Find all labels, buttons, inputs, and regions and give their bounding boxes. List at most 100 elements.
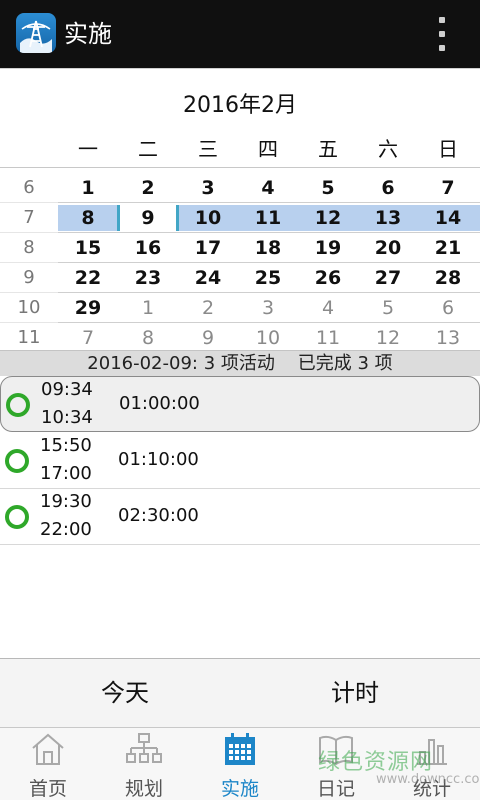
duration: 02:30:00 (118, 505, 199, 526)
calendar-day[interactable]: 12 (298, 204, 358, 232)
page-title: 实施 (64, 20, 112, 48)
end-time: 22:00 (40, 519, 92, 540)
weekday-label: 四 (258, 137, 278, 161)
calendar-day[interactable]: 20 (358, 234, 418, 262)
activity-item[interactable]: 19:30 22:00 02:30:00 (0, 489, 480, 545)
calendar-day[interactable]: 10 (238, 324, 298, 352)
calendar-day[interactable]: 4 (298, 294, 358, 322)
nav-label: 实施 (220, 778, 259, 800)
calendar-day[interactable]: 16 (118, 234, 178, 262)
nav-label: 首页 (28, 778, 67, 800)
summary-activity-count: 3 项活动 (203, 353, 275, 374)
weekday-label: 日 (438, 137, 458, 161)
calendar-day[interactable]: 11 (298, 324, 358, 352)
home-icon (32, 733, 64, 765)
duration: 01:10:00 (118, 449, 199, 470)
weekday-label: 二 (138, 137, 158, 161)
calendar-day[interactable]: 1 (118, 294, 178, 322)
weekday-divider (0, 167, 480, 168)
row-divider (0, 322, 58, 323)
row-divider (0, 232, 58, 233)
calendar-day[interactable]: 9 (118, 204, 178, 232)
completed-status-icon (5, 449, 29, 473)
calendar-day[interactable]: 19 (298, 234, 358, 262)
row-divider (58, 232, 480, 233)
calendar-day[interactable]: 17 (178, 234, 238, 262)
app-screen: 实施 2016年2月 一二三四五六日 6 1 2 3 4 5 6 7 7 8 9 10 11 12 13 14 8… (0, 0, 480, 800)
power-tower-icon[interactable] (16, 13, 56, 53)
calendar-day[interactable]: 27 (358, 264, 418, 292)
end-time: 17:00 (40, 463, 92, 484)
calendar-day[interactable]: 6 (358, 174, 418, 202)
calendar-day[interactable]: 14 (418, 204, 478, 232)
row-divider (0, 292, 58, 293)
calendar-day[interactable]: 28 (418, 264, 478, 292)
calendar-day[interactable]: 12 (358, 324, 418, 352)
month-calendar: 2016年2月 一二三四五六日 6 1 2 3 4 5 6 7 7 8 9 10 11 12 13 14 8 15 1… (0, 68, 480, 353)
row-divider (58, 292, 480, 293)
weekday-label: 三 (198, 137, 218, 161)
row-divider (0, 202, 58, 203)
calendar-day[interactable]: 2 (118, 174, 178, 202)
completed-status-icon (6, 393, 30, 417)
summary-date: 2016-02-09: (87, 353, 198, 374)
row-divider (58, 322, 480, 323)
weekday-label: 五 (318, 137, 338, 161)
calendar-day[interactable]: 6 (418, 294, 478, 322)
calendar-day[interactable]: 29 (58, 294, 118, 322)
hierarchy-icon (126, 733, 162, 763)
calendar-day[interactable]: 8 (118, 324, 178, 352)
row-divider (58, 262, 480, 263)
calendar-day[interactable]: 18 (238, 234, 298, 262)
calendar-day[interactable]: 7 (418, 174, 478, 202)
week-number: 9 (23, 267, 35, 288)
week-number: 6 (23, 177, 35, 198)
calendar-day[interactable]: 26 (298, 264, 358, 292)
overflow-menu-icon[interactable] (426, 14, 458, 54)
week-number: 10 (17, 297, 41, 318)
start-time: 19:30 (40, 491, 92, 512)
calendar-day[interactable]: 4 (238, 174, 298, 202)
calendar-day[interactable]: 24 (178, 264, 238, 292)
calendar-day[interactable]: 21 (418, 234, 478, 262)
nav-planning[interactable]: 规划 (96, 728, 192, 800)
activity-list: 09:34 10:34 01:00:00 15:50 17:00 01:10:00 19:3… (0, 376, 480, 658)
month-title[interactable]: 2016年2月 (0, 87, 480, 119)
calendar-day[interactable]: 5 (298, 174, 358, 202)
calendar-day[interactable]: 10 (178, 204, 238, 232)
calendar-day[interactable]: 25 (238, 264, 298, 292)
start-time: 15:50 (40, 435, 92, 456)
calendar-day[interactable]: 1 (58, 174, 118, 202)
calendar-day[interactable]: 2 (178, 294, 238, 322)
activity-item[interactable]: 09:34 10:34 01:00:00 (0, 376, 480, 432)
calendar-day[interactable]: 22 (58, 264, 118, 292)
watermark: 绿色资源网 www.downcc.com (318, 744, 480, 794)
calendar-day[interactable]: 15 (58, 234, 118, 262)
calendar-day[interactable]: 7 (58, 324, 118, 352)
calendar-day[interactable]: 5 (358, 294, 418, 322)
nav-label: 规划 (124, 778, 163, 800)
activity-item[interactable]: 15:50 17:00 01:10:00 (0, 433, 480, 489)
calendar-day[interactable]: 11 (238, 204, 298, 232)
calendar-day[interactable]: 3 (178, 174, 238, 202)
action-buttons: 今天 计时 (0, 658, 480, 728)
calendar-day[interactable]: 13 (358, 204, 418, 232)
nav-home[interactable]: 首页 (0, 728, 96, 800)
completed-status-icon (5, 505, 29, 529)
calendar-day[interactable]: 3 (238, 294, 298, 322)
weekday-label: 一 (78, 137, 98, 161)
calendar-day[interactable]: 23 (118, 264, 178, 292)
day-summary: 2016-02-09: 3 项活动 已完成 3 项 (0, 350, 480, 376)
today-button[interactable]: 今天 (0, 659, 250, 727)
weekday-label: 六 (378, 137, 398, 161)
row-divider (58, 202, 480, 203)
week-number: 7 (23, 207, 35, 228)
week-number: 8 (23, 237, 35, 258)
calendar-icon (225, 733, 255, 765)
timer-button[interactable]: 计时 (230, 659, 480, 727)
calendar-day[interactable]: 13 (418, 324, 478, 352)
calendar-day[interactable]: 8 (58, 204, 118, 232)
calendar-day[interactable]: 9 (178, 324, 238, 352)
action-bar: 实施 (0, 0, 480, 68)
nav-implementation[interactable]: 实施 (192, 728, 288, 800)
